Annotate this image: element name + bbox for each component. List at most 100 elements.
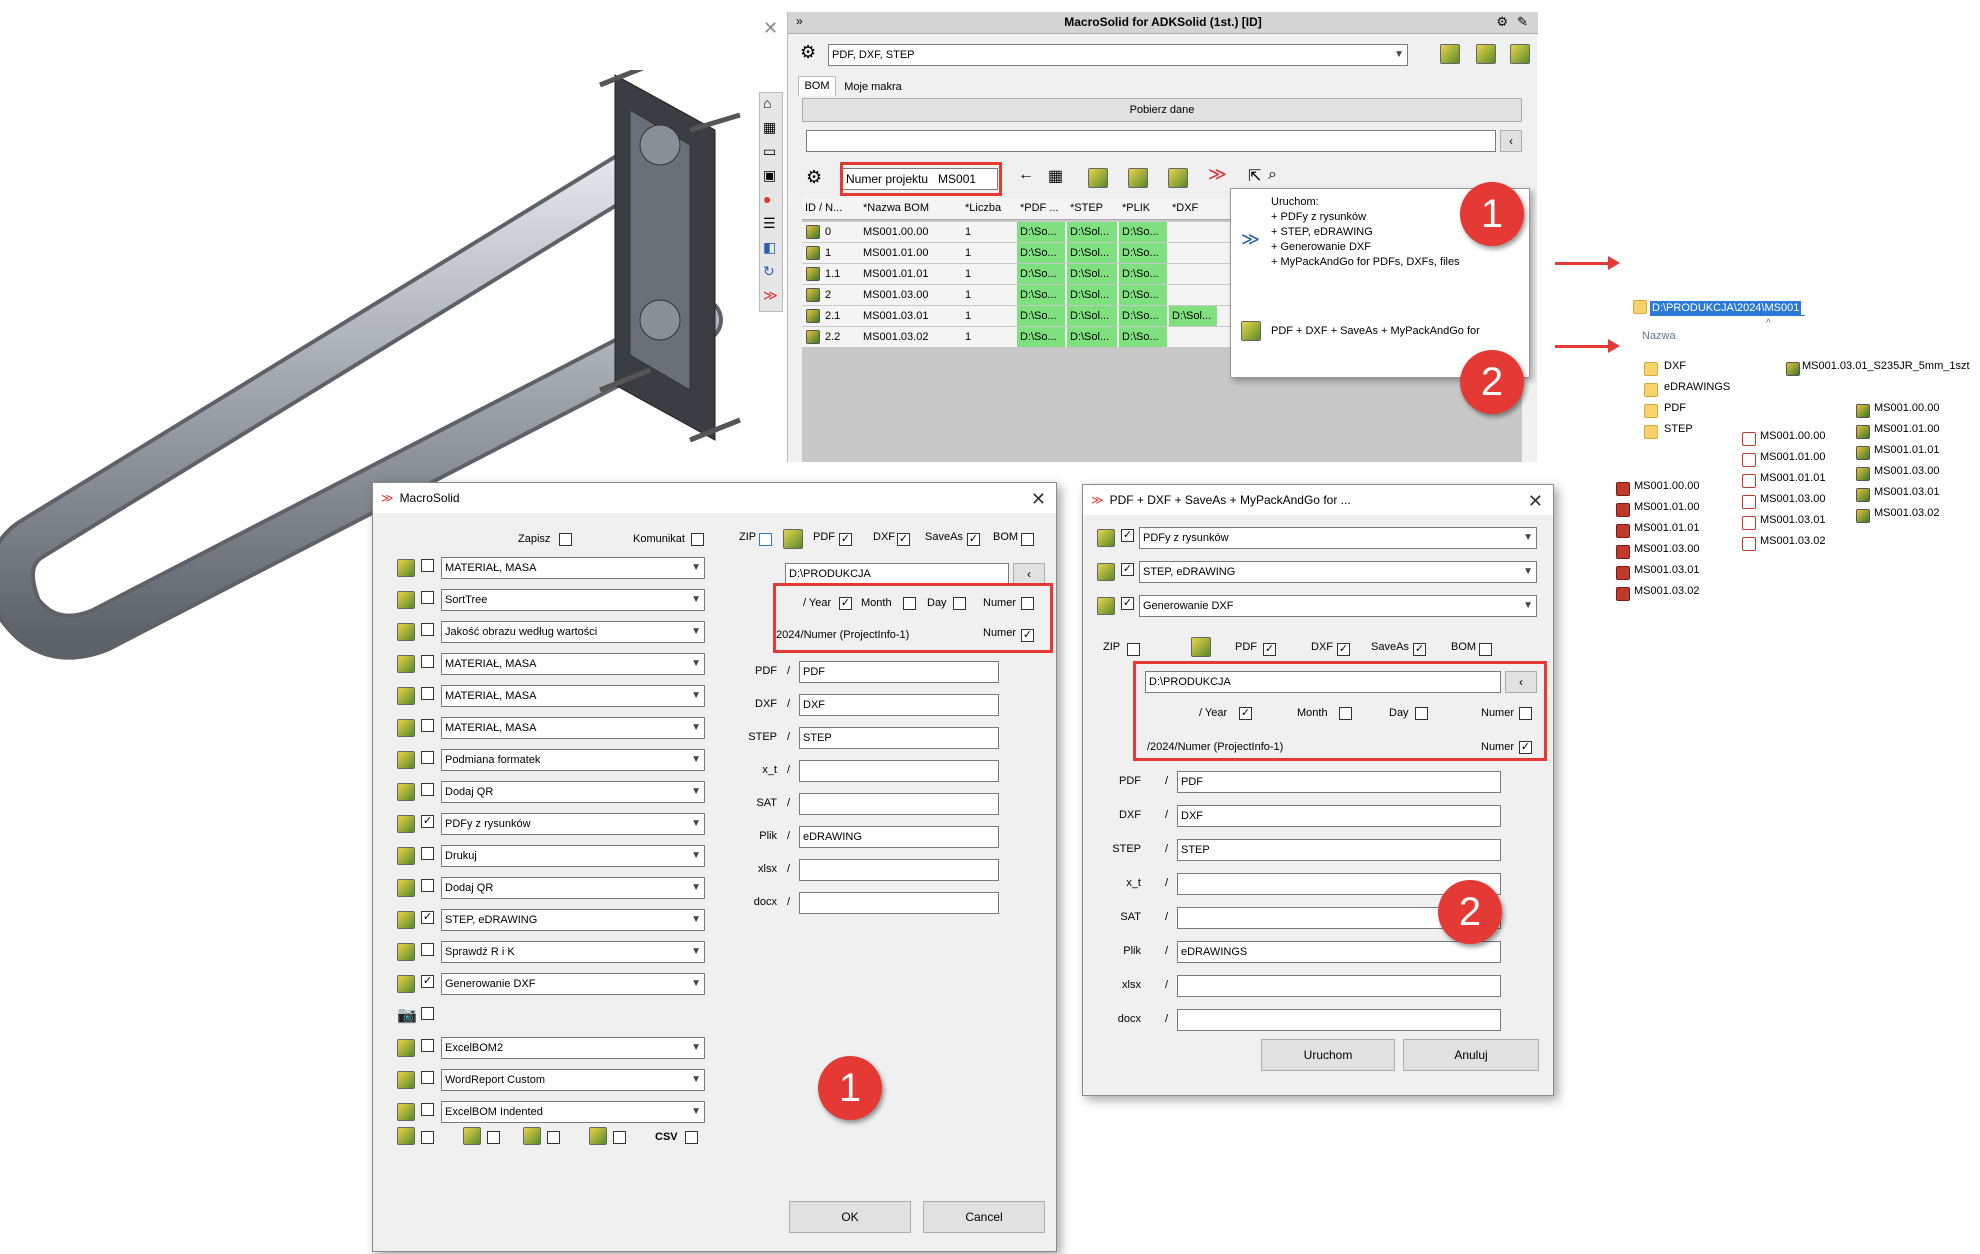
field-input[interactable] bbox=[799, 859, 999, 881]
field-input[interactable] bbox=[799, 793, 999, 815]
macro-select[interactable]: WordReport Custom ▼ bbox=[441, 1069, 705, 1091]
folder-icon[interactable]: ▭ bbox=[763, 143, 776, 160]
close-icon[interactable]: ✕ bbox=[1031, 489, 1046, 510]
field-input[interactable]: DXF bbox=[799, 694, 999, 716]
tab-moje-makra[interactable]: Moje makra bbox=[840, 78, 906, 96]
macro-checkbox[interactable] bbox=[421, 655, 434, 668]
toolbar-icon-c[interactable] bbox=[1168, 168, 1188, 188]
file-item[interactable]: MS001.00.00 bbox=[1760, 430, 1825, 442]
parts-icon[interactable]: ▦ bbox=[763, 119, 776, 136]
dxf-checkbox[interactable]: ✓ bbox=[1337, 643, 1350, 656]
zapisz-checkbox[interactable] bbox=[559, 533, 572, 546]
path-back-button[interactable]: ‹ bbox=[1013, 563, 1045, 585]
grid-icon[interactable]: ▦ bbox=[1048, 166, 1063, 186]
path-bar[interactable]: D:\PRODUKCJA\2024\MS001 bbox=[1650, 298, 1805, 316]
file-item[interactable]: MS001.03.02 bbox=[1634, 585, 1699, 597]
col-qty[interactable]: *Liczba bbox=[962, 198, 1017, 218]
macro-select[interactable]: MATERIAŁ, MASA ▼ bbox=[441, 557, 705, 579]
appearance-icon[interactable]: ● bbox=[763, 191, 771, 207]
field-input[interactable]: PDF bbox=[799, 661, 999, 683]
cancel-button[interactable]: Cancel bbox=[923, 1201, 1045, 1233]
field-input[interactable] bbox=[799, 892, 999, 914]
folder-item[interactable]: DXF bbox=[1664, 360, 1686, 372]
macro-checkbox[interactable] bbox=[421, 783, 434, 796]
close-icon[interactable]: ✕ bbox=[1528, 491, 1543, 512]
macro-select[interactable]: PDFy z rysunków ▼ bbox=[1139, 527, 1537, 549]
macro-checkbox[interactable] bbox=[421, 1039, 434, 1052]
macro-run-icon[interactable]: ≫ bbox=[1208, 164, 1227, 185]
saveas-checkbox[interactable]: ✓ bbox=[967, 533, 980, 546]
macro-checkbox[interactable]: ✓ bbox=[1121, 563, 1134, 576]
ok-button[interactable]: OK bbox=[789, 1201, 911, 1233]
file-item[interactable]: MS001.01.01 bbox=[1874, 444, 1939, 456]
file-item[interactable]: MS001.01.00 bbox=[1634, 501, 1699, 513]
macro-select[interactable]: ExcelBOM Indented ▼ bbox=[441, 1101, 705, 1123]
action-icon-2[interactable] bbox=[1476, 44, 1496, 64]
macro-select[interactable]: Sprawdź R i K ▼ bbox=[441, 941, 705, 963]
camera-checkbox[interactable] bbox=[421, 1007, 434, 1020]
macro-checkbox[interactable] bbox=[421, 847, 434, 860]
macro-select[interactable]: SortTree ▼ bbox=[441, 589, 705, 611]
gear-icon[interactable]: ⚙ bbox=[800, 42, 816, 63]
refresh-icon[interactable]: ↻ bbox=[763, 263, 775, 280]
macro-checkbox[interactable] bbox=[421, 559, 434, 572]
macro-checkbox[interactable]: ✓ bbox=[1121, 529, 1134, 542]
pdf-checkbox[interactable]: ✓ bbox=[839, 533, 852, 546]
field-input[interactable]: STEP bbox=[1177, 839, 1501, 861]
macro-checkbox[interactable] bbox=[421, 623, 434, 636]
search-input[interactable] bbox=[806, 130, 1496, 152]
pobierz-dane-button[interactable]: Pobierz dane bbox=[802, 98, 1522, 122]
bottom-checkbox-3[interactable] bbox=[547, 1131, 560, 1144]
field-input[interactable]: PDF bbox=[1177, 771, 1501, 793]
file-item[interactable]: MS001.03.00 bbox=[1634, 543, 1699, 555]
file-item[interactable]: MS001.03.01 bbox=[1874, 486, 1939, 498]
macro-checkbox[interactable] bbox=[421, 719, 434, 732]
uruchom-button[interactable]: Uruchom bbox=[1261, 1039, 1395, 1071]
macro-checkbox[interactable] bbox=[421, 1103, 434, 1116]
macro-checkbox[interactable]: ✓ bbox=[421, 975, 434, 988]
col-id[interactable]: ID / N... bbox=[802, 198, 858, 218]
base-path-input[interactable]: D:\PRODUKCJA bbox=[785, 563, 1009, 585]
macro-select[interactable]: ExcelBOM2 ▼ bbox=[441, 1037, 705, 1059]
bottom-checkbox-4[interactable] bbox=[613, 1131, 626, 1144]
table-icon[interactable]: ☰ bbox=[763, 215, 776, 232]
macro-checkbox[interactable] bbox=[421, 687, 434, 700]
file-item[interactable]: MS001.03.01_S235JR_5mm_1szt bbox=[1802, 360, 1970, 372]
popup-item-1[interactable]: Uruchom: + PDFy z rysunków + STEP, eDRAW… bbox=[1271, 195, 1471, 270]
zip-checkbox[interactable] bbox=[759, 533, 772, 546]
macro-select[interactable]: Generowanie DXF ▼ bbox=[1139, 595, 1537, 617]
file-item[interactable]: MS001.01.01 bbox=[1760, 472, 1825, 484]
macrosolid-icon[interactable]: ≫ bbox=[763, 287, 778, 304]
macro-select[interactable]: MATERIAŁ, MASA ▼ bbox=[441, 685, 705, 707]
col-dxf[interactable]: *DXF bbox=[1169, 198, 1219, 218]
col-name[interactable]: *Nazwa BOM bbox=[860, 198, 960, 218]
file-item[interactable]: MS001.00.00 bbox=[1634, 480, 1699, 492]
drawing-icon[interactable]: ◧ bbox=[763, 239, 776, 256]
tab-bom[interactable]: BOM bbox=[798, 76, 836, 96]
action-icon-3[interactable] bbox=[1510, 44, 1530, 64]
file-item[interactable]: MS001.03.00 bbox=[1760, 493, 1825, 505]
macro-checkbox[interactable]: ✓ bbox=[421, 911, 434, 924]
col-step[interactable]: *STEP bbox=[1067, 198, 1119, 218]
macro-select[interactable]: Dodaj QR ▼ bbox=[441, 781, 705, 803]
field-input[interactable]: DXF bbox=[1177, 805, 1501, 827]
file-item[interactable]: MS001.03.00 bbox=[1874, 465, 1939, 477]
anuluj-button[interactable]: Anuluj bbox=[1403, 1039, 1539, 1071]
col-pdf[interactable]: *PDF ... bbox=[1017, 198, 1067, 218]
bottom-checkbox-2[interactable] bbox=[487, 1131, 500, 1144]
macro-select[interactable]: STEP, eDRAWING ▼ bbox=[1139, 561, 1537, 583]
macro-select[interactable]: Dodaj QR ▼ bbox=[441, 877, 705, 899]
field-input[interactable] bbox=[799, 760, 999, 782]
macro-checkbox[interactable] bbox=[421, 1071, 434, 1084]
toolbar-icon-b[interactable] bbox=[1128, 168, 1148, 188]
macro-select[interactable]: PDFy z rysunków ▼ bbox=[441, 813, 705, 835]
folder-item[interactable]: eDRAWINGS bbox=[1664, 381, 1730, 393]
folder-item[interactable]: PDF bbox=[1664, 402, 1686, 414]
file-item[interactable]: MS001.01.00 bbox=[1874, 423, 1939, 435]
home-icon[interactable]: ⌂ bbox=[763, 95, 771, 111]
macro-checkbox[interactable] bbox=[421, 751, 434, 764]
file-item[interactable]: MS001.03.02 bbox=[1874, 507, 1939, 519]
zip-checkbox[interactable] bbox=[1127, 643, 1140, 656]
pdf-checkbox[interactable]: ✓ bbox=[1263, 643, 1276, 656]
saveas-checkbox[interactable]: ✓ bbox=[1413, 643, 1426, 656]
